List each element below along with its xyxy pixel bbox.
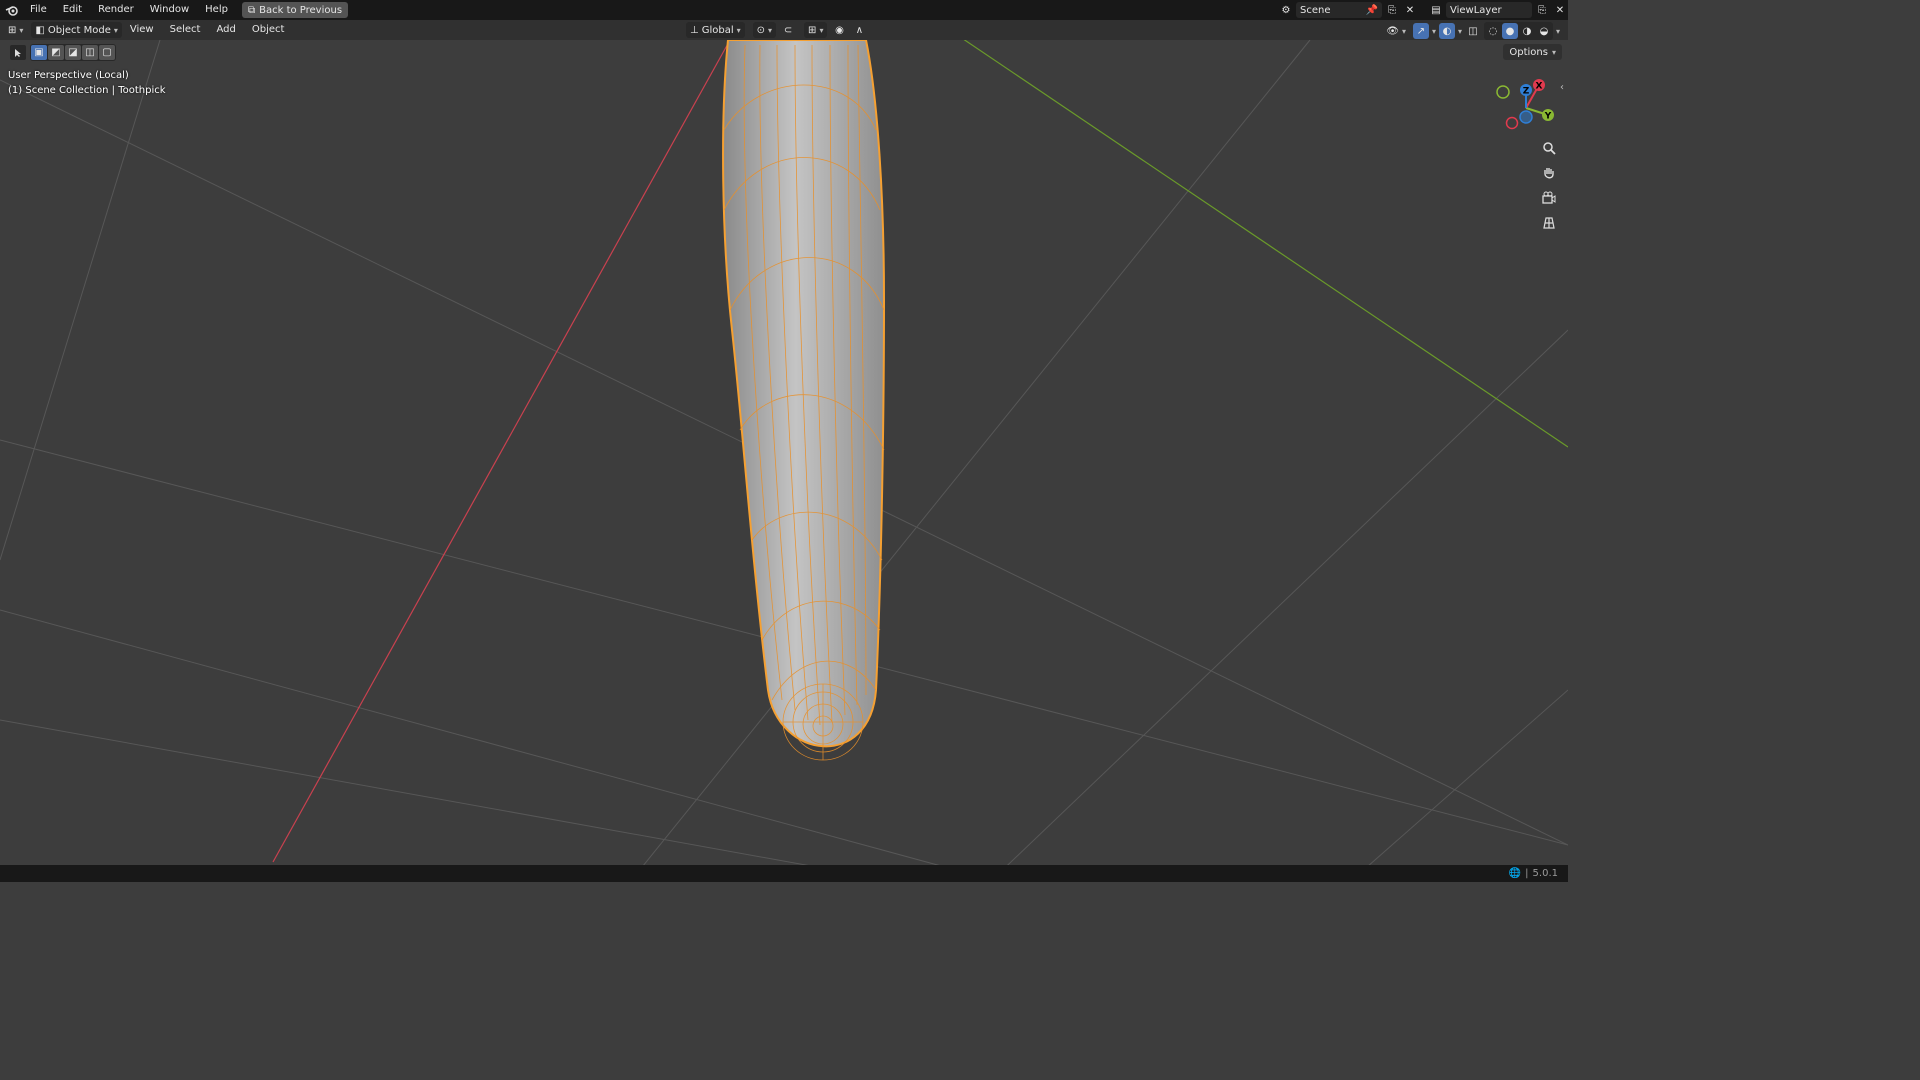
wireframe-shading-icon[interactable]: ◌ <box>1485 23 1501 39</box>
pin-icon[interactable]: 📌 <box>1366 5 1378 16</box>
overlays-toggle-icon[interactable]: ◐ <box>1438 23 1455 39</box>
scene-type-icon[interactable]: ⚙ <box>1278 2 1294 18</box>
x-axis-line <box>272 39 731 863</box>
extend-selection-icon[interactable]: ◩ <box>48 45 64 60</box>
options-dropdown[interactable]: Options ▾ <box>1503 44 1562 60</box>
object-mode-dropdown[interactable]: ◧ Object Mode ▾ <box>31 22 122 38</box>
selection-mode-buttons: ▣ ◩ ◪ ◫ ▢ <box>30 44 116 61</box>
sidebar-toggle-icon[interactable]: ‹ <box>1560 82 1564 93</box>
back-to-previous-label: Back to Previous <box>259 4 343 16</box>
menu-select[interactable]: Select <box>162 20 209 40</box>
menu-view[interactable]: View <box>122 20 162 40</box>
material-shading-icon[interactable]: ◑ <box>1519 23 1535 39</box>
view-layer-field[interactable]: ViewLayer <box>1446 2 1532 18</box>
invert-selection-icon[interactable]: ◫ <box>82 45 98 60</box>
shading-modes: ◌ ● ◑ ◒ <box>1483 22 1553 40</box>
scene-field[interactable]: Scene 📌 <box>1296 2 1382 18</box>
gizmo-dropdown-icon[interactable]: ▾ <box>1432 27 1436 36</box>
select-tool-icon[interactable] <box>10 45 26 60</box>
scene-name: Scene <box>1300 4 1331 16</box>
menu-object[interactable]: Object <box>244 20 293 40</box>
neg-y-axis-icon[interactable] <box>1496 85 1510 99</box>
overlays-dropdown-icon[interactable]: ▾ <box>1458 27 1462 36</box>
editor-type-button[interactable]: ⊞ ▾ <box>4 22 27 38</box>
version-label: 5.0.1 <box>1532 868 1558 879</box>
xray-toggle-icon[interactable]: ◫ <box>1465 23 1481 39</box>
scene-layer-selector: ⚙ Scene 📌 ⎘ ✕ ▤ ViewLayer ⎘ ✕ <box>1278 0 1568 20</box>
network-globe-icon[interactable]: 🌐 <box>1509 868 1521 879</box>
delete-scene-icon[interactable]: ✕ <box>1402 2 1418 18</box>
neg-z-axis-icon[interactable] <box>1519 110 1533 124</box>
menu-render[interactable]: Render <box>90 0 142 20</box>
view-layer-type-icon[interactable]: ▤ <box>1428 2 1444 18</box>
active-collection-label: (1) Scene Collection | Toothpick <box>8 85 166 96</box>
gizmo-y-label: Y <box>1544 112 1552 122</box>
blender-logo-icon[interactable] <box>2 0 22 20</box>
snap-target-dropdown[interactable]: ⊞ ▾ <box>804 22 828 38</box>
intersect-selection-icon[interactable]: ▢ <box>99 45 115 60</box>
proportional-editing-icon[interactable]: ◉ <box>831 22 847 38</box>
navigation-gizmo[interactable]: X Y Z <box>1492 74 1562 134</box>
viewport-display-tools: 👁 ▾ ↗ ▾ ◐ ▾ ◫ ◌ ● ◑ ◒ ▾ <box>1378 22 1560 40</box>
pivot-icon: ⊙ <box>756 24 766 36</box>
perspective-toggle-icon[interactable] <box>1538 212 1560 234</box>
snap-increment-icon: ⊞ <box>808 24 817 36</box>
orientation-axes-icon: ⊥ <box>690 24 699 36</box>
delete-view-layer-icon[interactable]: ✕ <box>1552 2 1568 18</box>
solid-shading-icon[interactable]: ● <box>1501 23 1518 39</box>
transform-orientation-label: Global <box>701 24 734 36</box>
top-menubar: File Edit Render Window Help ⧉ Back to P… <box>0 0 1568 20</box>
camera-view-icon[interactable] <box>1538 187 1560 209</box>
object-mode-icon: ◧ <box>35 24 45 36</box>
tool-settings: ▣ ◩ ◪ ◫ ▢ <box>10 44 116 61</box>
view-layer-name: ViewLayer <box>1450 4 1502 16</box>
transform-tools: ⊥ Global ▾ ⊙ ▾ ⊂ ⊞ ▾ ◉ ∧ <box>682 22 867 38</box>
pan-hand-icon[interactable] <box>1538 162 1560 184</box>
proportional-falloff-icon[interactable]: ∧ <box>851 22 867 38</box>
screen-back-icon: ⧉ <box>247 4 256 16</box>
toothpick-object <box>722 39 886 761</box>
separator: | <box>1525 868 1529 879</box>
menu-file[interactable]: File <box>22 0 55 20</box>
new-scene-icon[interactable]: ⎘ <box>1384 2 1400 18</box>
neg-x-axis-icon[interactable] <box>1505 116 1519 130</box>
transform-orientation-dropdown[interactable]: ⊥ Global ▾ <box>686 22 745 38</box>
menu-window[interactable]: Window <box>142 0 197 20</box>
set-new-selection-icon[interactable]: ▣ <box>31 45 47 60</box>
subtract-selection-icon[interactable]: ◪ <box>65 45 81 60</box>
menu-edit[interactable]: Edit <box>55 0 90 20</box>
status-bar: 🌐 | 5.0.1 <box>0 865 1568 882</box>
new-view-layer-icon[interactable]: ⎘ <box>1534 2 1550 18</box>
eye-icon: 👁 <box>1386 25 1399 37</box>
gizmo-z-label: Z <box>1523 87 1530 97</box>
visibility-dropdown[interactable]: 👁 ▾ <box>1382 23 1410 39</box>
shading-dropdown-icon[interactable]: ▾ <box>1556 27 1560 36</box>
zoom-icon[interactable] <box>1538 137 1560 159</box>
3d-viewport[interactable] <box>0 0 1568 882</box>
snap-toggle-icon[interactable]: ⊂ <box>780 22 796 38</box>
object-mode-label: Object Mode <box>47 24 111 36</box>
rendered-shading-icon[interactable]: ◒ <box>1536 23 1552 39</box>
pivot-point-dropdown[interactable]: ⊙ ▾ <box>752 22 777 38</box>
gizmo-x-label: X <box>1536 82 1543 92</box>
options-label: Options <box>1509 46 1548 58</box>
menu-help[interactable]: Help <box>197 0 236 20</box>
menu-add[interactable]: Add <box>208 20 243 40</box>
view-perspective-label: User Perspective (Local) <box>8 70 129 81</box>
y-axis-line <box>934 19 1568 448</box>
gizmo-toggle-icon[interactable]: ↗ <box>1412 23 1429 39</box>
3d-viewport-icon: ⊞ <box>8 24 17 36</box>
back-to-previous-button[interactable]: ⧉ Back to Previous <box>241 2 349 18</box>
